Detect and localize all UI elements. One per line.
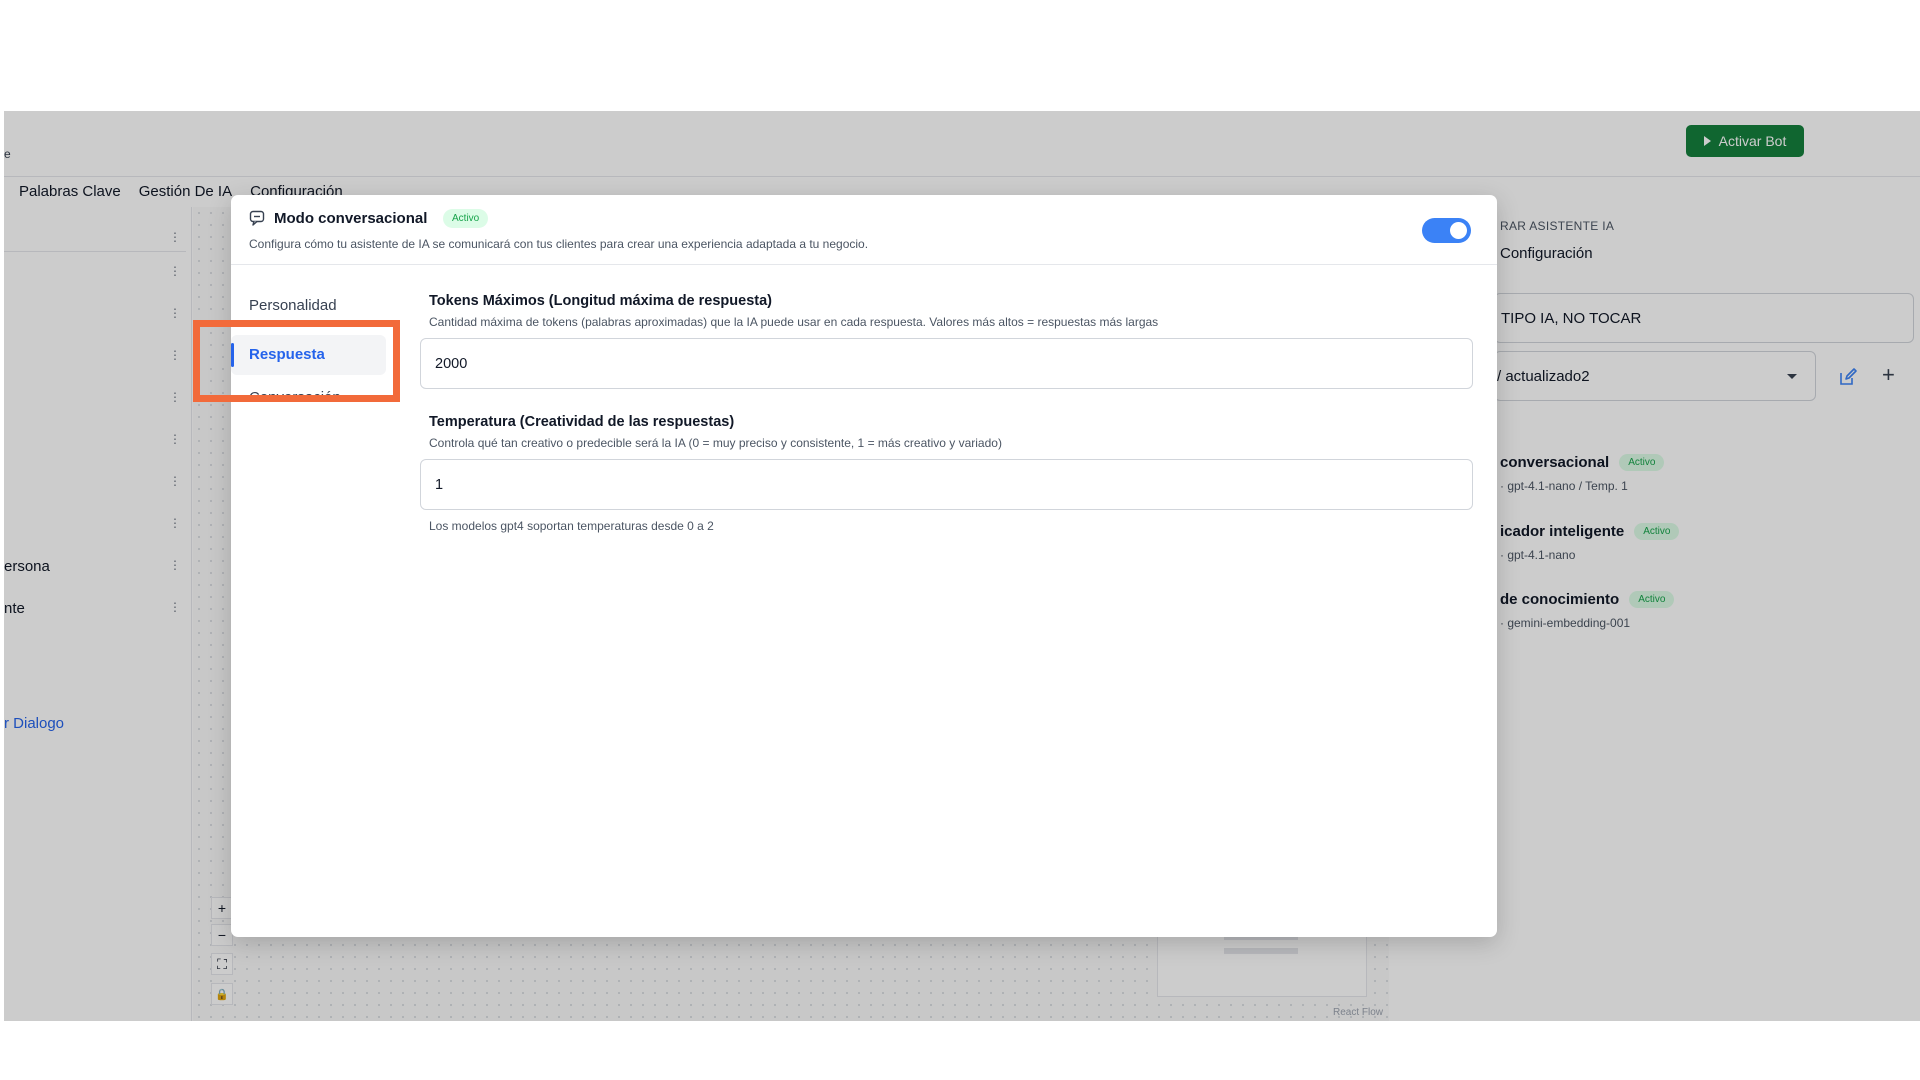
toggle-knob bbox=[1450, 222, 1467, 239]
modal-description: Configura cómo tu asistente de IA se com… bbox=[249, 237, 869, 251]
conversational-mode-toggle[interactable] bbox=[1422, 218, 1471, 243]
max-tokens-input[interactable]: 2000 bbox=[420, 338, 1473, 389]
chat-icon bbox=[249, 210, 265, 226]
temperature-input[interactable]: 1 bbox=[420, 459, 1473, 510]
status-badge: Activo bbox=[443, 209, 489, 228]
max-tokens-label: Tokens Máximos (Longitud máxima de respu… bbox=[429, 293, 772, 309]
highlight-box bbox=[193, 320, 400, 402]
max-tokens-help: Cantidad máxima de tokens (palabras apro… bbox=[429, 315, 1159, 329]
temperature-note: Los modelos gpt4 soportan temperaturas d… bbox=[429, 519, 714, 533]
temperature-help: Controla qué tan creativo o predecible s… bbox=[429, 436, 1002, 450]
conversational-mode-modal: Modo conversacional Activo Configura cóm… bbox=[231, 195, 1497, 937]
modal-header: Modo conversacional Activo Configura cóm… bbox=[231, 195, 1497, 265]
temperature-label: Temperatura (Creatividad de las respuest… bbox=[429, 414, 735, 430]
nav-item-personality[interactable]: Personalidad bbox=[249, 297, 337, 314]
modal-title: Modo conversacional bbox=[274, 210, 428, 227]
